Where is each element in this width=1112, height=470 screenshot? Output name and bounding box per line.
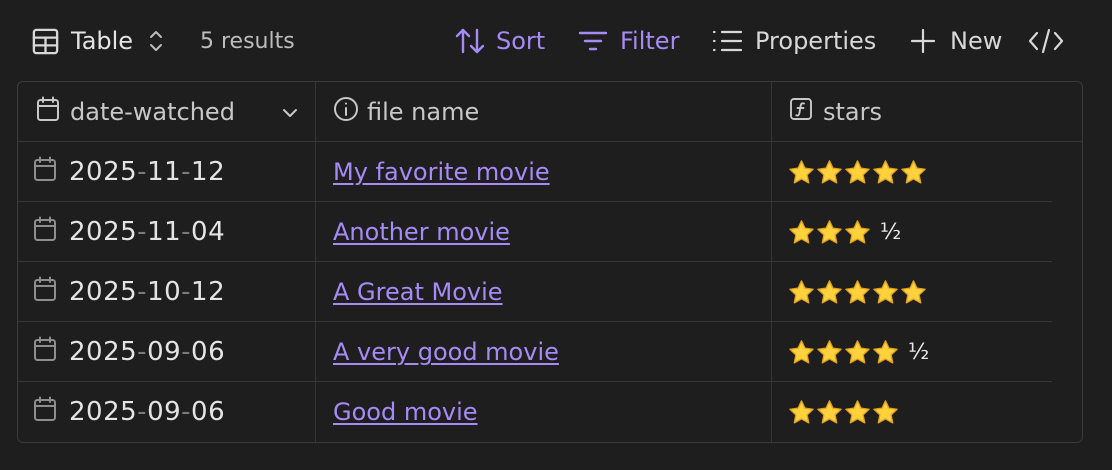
stars-cell	[788, 142, 928, 202]
column-header-file-name[interactable]: file name	[333, 82, 479, 142]
stars-rating	[788, 399, 900, 426]
date-cell[interactable]: 2025-11-04	[33, 202, 225, 262]
star-icon	[845, 159, 870, 184]
date-value: 2025-10-12	[69, 277, 226, 307]
file-name-cell: A Great Movie	[333, 262, 503, 322]
star-icon	[817, 219, 842, 244]
star-icon	[789, 399, 814, 424]
stars-rating: ½	[788, 219, 901, 246]
file-link[interactable]: A very good movie	[333, 338, 559, 366]
star-icon	[789, 159, 814, 184]
table-row: 2025-09-06 Good movie	[18, 382, 1082, 442]
sort-label: Sort	[496, 27, 546, 55]
star-icon	[817, 279, 842, 304]
star-icon	[817, 339, 842, 364]
date-cell[interactable]: 2025-09-06	[33, 382, 225, 442]
date-value: 2025-09-06	[69, 397, 226, 427]
chevron-updown-icon	[145, 28, 167, 54]
file-name-cell: Good movie	[333, 382, 478, 442]
table-icon	[30, 26, 61, 57]
new-button[interactable]: New	[910, 22, 1002, 60]
calendar-icon	[33, 336, 57, 368]
results-table: date-watched file name stars 2025-11-12 …	[17, 81, 1083, 443]
file-name-cell: A very good movie	[333, 322, 559, 382]
stars-rating: ½	[788, 339, 929, 366]
star-icon	[873, 399, 898, 424]
list-icon	[711, 28, 743, 54]
filter-label: Filter	[620, 27, 680, 55]
table-row: 2025-11-12 My favorite movie	[18, 142, 1082, 202]
file-link[interactable]: A Great Movie	[333, 278, 503, 306]
formula-icon	[789, 97, 813, 127]
date-cell[interactable]: 2025-10-12	[33, 262, 225, 322]
embed-code-button[interactable]	[1028, 22, 1064, 60]
filter-button[interactable]: Filter	[578, 22, 679, 60]
stars-rating	[788, 159, 928, 186]
star-icon	[845, 279, 870, 304]
star-icon	[817, 399, 842, 424]
star-icon	[873, 159, 898, 184]
properties-label: Properties	[755, 27, 877, 55]
table-row: 2025-11-04 Another movie ½	[18, 202, 1082, 262]
calendar-icon	[33, 396, 57, 428]
view-switcher[interactable]: Table	[30, 22, 167, 60]
sort-icon	[454, 26, 486, 56]
sort-button[interactable]: Sort	[454, 22, 545, 60]
toolbar: Table 5 results Sort Filter Properties N…	[0, 0, 1112, 80]
file-link[interactable]: My favorite movie	[333, 158, 550, 186]
calendar-icon	[36, 96, 60, 128]
star-icon	[845, 339, 870, 364]
calendar-icon	[33, 276, 57, 308]
star-icon	[901, 159, 926, 184]
half-star-text: ½	[908, 339, 930, 365]
half-star-text: ½	[880, 219, 902, 245]
table-row: 2025-09-06 A very good movie ½	[18, 322, 1082, 382]
stars-rating	[788, 279, 928, 306]
chevron-down-icon[interactable]	[280, 101, 300, 129]
star-icon	[845, 219, 870, 244]
code-icon	[1028, 27, 1064, 55]
column-header-label: file name	[367, 98, 480, 126]
star-icon	[789, 219, 814, 244]
file-name-cell: My favorite movie	[333, 142, 550, 202]
stars-cell	[788, 382, 900, 442]
star-icon	[901, 279, 926, 304]
date-cell[interactable]: 2025-09-06	[33, 322, 225, 382]
calendar-icon	[33, 156, 57, 188]
date-value: 2025-09-06	[69, 337, 226, 367]
column-header-date-watched[interactable]: date-watched	[36, 82, 306, 142]
column-header-stars[interactable]: stars	[789, 82, 882, 142]
date-cell[interactable]: 2025-11-12	[33, 142, 225, 202]
file-link[interactable]: Good movie	[333, 398, 478, 426]
stars-cell	[788, 262, 928, 322]
column-header-label: stars	[823, 98, 882, 126]
results-count: 5 results	[200, 28, 295, 54]
stars-cell: ½	[788, 202, 901, 262]
file-name-cell: Another movie	[333, 202, 510, 262]
view-label: Table	[71, 27, 134, 55]
plus-icon	[910, 28, 936, 54]
properties-button[interactable]: Properties	[711, 22, 876, 60]
filter-icon	[578, 28, 608, 54]
date-value: 2025-11-12	[69, 157, 226, 187]
info-icon	[333, 96, 359, 128]
column-header-label: date-watched	[70, 98, 235, 126]
star-icon	[789, 279, 814, 304]
new-label: New	[950, 27, 1003, 55]
star-icon	[845, 399, 870, 424]
stars-cell: ½	[788, 322, 929, 382]
star-icon	[817, 159, 842, 184]
table-row: 2025-10-12 A Great Movie	[18, 262, 1082, 322]
star-icon	[789, 339, 814, 364]
calendar-icon	[33, 216, 57, 248]
date-value: 2025-11-04	[69, 217, 226, 247]
file-link[interactable]: Another movie	[333, 218, 510, 246]
star-icon	[873, 339, 898, 364]
star-icon	[873, 279, 898, 304]
